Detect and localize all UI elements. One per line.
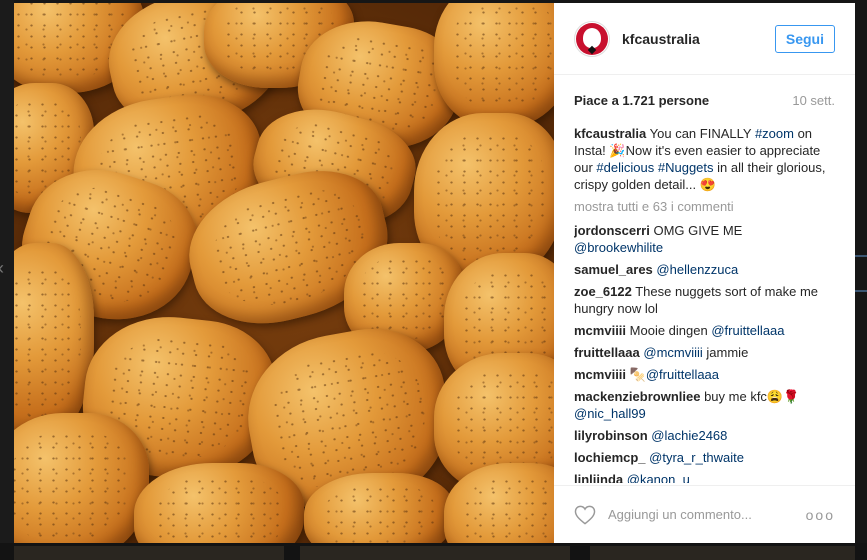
mention-link[interactable]: @tyra_r_thwaite xyxy=(649,450,744,465)
backdrop-left-strip xyxy=(0,0,14,560)
comment-container: jordonscerri OMG GIVE ME @brookewhilite s… xyxy=(574,222,833,483)
post-photo[interactable] xyxy=(14,3,554,543)
caption-text: You can FINALLY xyxy=(649,126,755,141)
avatar[interactable] xyxy=(574,20,610,57)
comments-list[interactable]: kfcaustralia You can FINALLY #zoom on In… xyxy=(574,125,833,483)
comment-row: samuel_ares @hellenzzuca xyxy=(574,261,833,278)
post-sidebar: kfcaustralia Segui Piace a 1.721 persone… xyxy=(554,3,855,543)
post-modal: kfcaustralia Segui Piace a 1.721 persone… xyxy=(14,3,855,543)
previous-arrow-icon[interactable]: ‹ xyxy=(0,258,4,279)
caption-author[interactable]: kfcaustralia xyxy=(574,126,646,141)
comment-bar: Aggiungi un commento... ooo xyxy=(554,485,855,543)
nugget xyxy=(134,463,304,543)
comment-username[interactable]: mcmviiii xyxy=(574,323,626,338)
colonel-face xyxy=(583,27,601,48)
comment-username[interactable]: jordonscerri xyxy=(574,223,650,238)
mention-link[interactable]: @mcmviiii xyxy=(643,345,702,360)
comment-row: mcmviiii Mooie dingen @fruittellaaa xyxy=(574,322,833,339)
nugget xyxy=(304,473,454,543)
comment-text: OMG GIVE ME xyxy=(653,223,743,238)
comment-username[interactable]: fruittellaaa xyxy=(574,345,640,360)
comment-row: mackenziebrownliee buy me kfc😩🌹 @nic_hal… xyxy=(574,388,833,422)
background-thumbnail xyxy=(14,546,284,560)
mention-link[interactable]: @hellenzzuca xyxy=(656,262,738,277)
mention-link[interactable]: @kanon_u xyxy=(627,472,690,483)
backdrop-right-edge xyxy=(855,255,867,257)
follow-button[interactable]: Segui xyxy=(774,24,835,53)
comment-username[interactable]: lochiemcp_ xyxy=(574,450,646,465)
show-all-comments-link[interactable]: mostra tutti e 63 i commenti xyxy=(574,198,833,215)
post-header: kfcaustralia Segui xyxy=(554,3,855,75)
likes-count[interactable]: Piace a 1.721 persone xyxy=(574,93,709,108)
post-meta: Piace a 1.721 persone 10 sett. xyxy=(574,93,835,108)
comment-row: fruittellaaa @mcmviiii jammie xyxy=(574,344,833,361)
background-thumbnail xyxy=(590,546,855,560)
comment-text: buy me kfc😩🌹 xyxy=(704,389,800,404)
comment-row: lilyrobinson @lachie2468 xyxy=(574,427,833,444)
post-time[interactable]: 10 sett. xyxy=(792,93,835,108)
heart-icon[interactable] xyxy=(574,505,596,525)
mention-link[interactable]: @fruittellaaa xyxy=(646,367,719,382)
comment-row: mcmviiii 🍢@fruittellaaa xyxy=(574,366,833,383)
mention-link[interactable]: @nic_hall99 xyxy=(574,406,646,421)
more-options-icon[interactable]: ooo xyxy=(806,507,835,523)
comment-username[interactable]: zoe_6122 xyxy=(574,284,632,299)
comment-username[interactable]: linliinda xyxy=(574,472,623,483)
nugget xyxy=(434,3,554,128)
comment-row: lochiemcp_ @tyra_r_thwaite xyxy=(574,449,833,466)
backdrop-right-edge xyxy=(855,290,867,292)
comment-username[interactable]: samuel_ares xyxy=(574,262,653,277)
post-username[interactable]: kfcaustralia xyxy=(622,31,700,47)
kfc-logo-icon xyxy=(576,22,608,55)
hashtag-link[interactable]: #delicious xyxy=(596,160,654,175)
background-thumbnail xyxy=(300,546,570,560)
comment-username[interactable]: mcmviiii xyxy=(574,367,626,382)
caption: kfcaustralia You can FINALLY #zoom on In… xyxy=(574,125,833,193)
add-comment-input[interactable]: Aggiungi un commento... xyxy=(608,507,752,522)
hashtag-link[interactable]: #zoom xyxy=(755,126,794,141)
comment-text: 🍢 xyxy=(629,367,646,382)
comment-username[interactable]: mackenziebrownliee xyxy=(574,389,700,404)
comment-text: Mooie dingen xyxy=(629,323,712,338)
comment-text: jammie xyxy=(702,345,749,360)
hashtag-link[interactable]: #Nuggets xyxy=(658,160,714,175)
comment-username[interactable]: lilyrobinson xyxy=(574,428,648,443)
comment-row: jordonscerri OMG GIVE ME @brookewhilite xyxy=(574,222,833,256)
mention-link[interactable]: @brookewhilite xyxy=(574,240,663,255)
nugget xyxy=(14,413,149,543)
mention-link[interactable]: @lachie2468 xyxy=(651,428,727,443)
mention-link[interactable]: @fruittellaaa xyxy=(711,323,784,338)
comment-row: zoe_6122 These nuggets sort of make me h… xyxy=(574,283,833,317)
comment-row: linliinda @kanon_u xyxy=(574,471,833,483)
